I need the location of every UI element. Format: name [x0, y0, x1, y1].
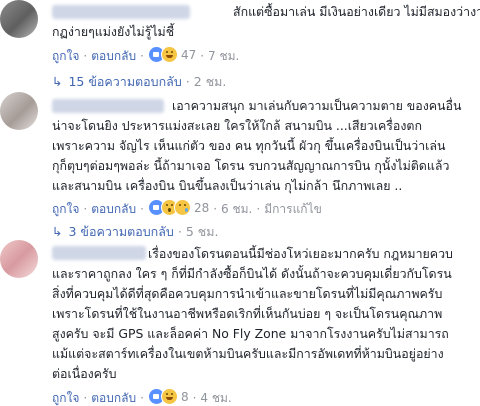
comment-1: สักแต่ซื้อมาเล่น มีเงินอย่างเดียว ไม่มีส…	[0, 0, 480, 92]
comment-text-line: สักแต่ซื้อมาเล่น มีเงินอย่างเดียว ไม่มีส…	[233, 4, 480, 19]
reactions[interactable]: 28	[147, 199, 210, 216]
reply-arrow-icon: ↳	[52, 74, 63, 89]
comment-text-line: กุก็ตุบๆต่อมๆพอล่ะ นี้ถ้ามาเจอ โดรน รบกว…	[52, 158, 450, 173]
timestamp[interactable]: 7 ชม.	[208, 49, 239, 63]
like-link[interactable]: ถูกใจ	[52, 49, 79, 63]
comment-text-line: เพราะโดรนที่ใช้ในงานอาชีพหรือดเริกที่เห็…	[52, 306, 443, 321]
comment-text-line: เอาความสนุก มาเล่นกับความเป็นความตาย ของ…	[172, 98, 462, 113]
avatar[interactable]	[0, 92, 38, 130]
reply-link[interactable]: ตอบกลับ	[91, 202, 136, 216]
reply-arrow-icon: ↳	[52, 224, 63, 239]
haha-reaction-icon	[160, 46, 178, 63]
view-replies-link[interactable]: ↳ 3 ข้อความตอบกลับ · 5 ชม.	[52, 224, 218, 240]
comment-meta: ถูกใจ · ตอบกลับ · 8 · 4 ชม.	[52, 388, 232, 405]
haha-reaction-icon	[160, 388, 178, 405]
reactions[interactable]: 47	[147, 46, 197, 63]
comment-text-line: และสนามบิน เครื่องบิน บินขึ้นลงเป็นว่าเล…	[52, 178, 403, 193]
replies-time: 5 ชม.	[185, 224, 219, 239]
comment-text-line: น่าจะโดนยิง ประหารแม่งสะเลย ใครให้ใกล้ ส…	[52, 118, 422, 133]
comment-text-line: และราคาถูกลง ใคร ๆ ก็ที่มีกำลังซื้อก็บิน…	[52, 266, 452, 281]
reactions[interactable]: 8	[147, 388, 189, 405]
comment-text-line: แม้แต่จะสตาร์ทเครื่องในเขตห้ามบินครับและ…	[52, 346, 444, 361]
timestamp[interactable]: 4 ชม.	[200, 391, 231, 405]
reply-link[interactable]: ตอบกลับ	[91, 391, 136, 405]
reaction-count: 28	[193, 200, 210, 215]
comment-meta: ถูกใจ · ตอบกลับ · 28 · 6 ชม. · มีการแก้ไข	[52, 199, 322, 216]
comment-text-line: สูงครับ จะมี GPS และล็อคค่า No Fly Zone …	[52, 326, 449, 341]
comment-text-line: สิ่งที่ควบคุมได้ดีที่สุดคือควบคุมการนำเข…	[52, 286, 443, 301]
replies-count[interactable]: 3 ข้อความตอบกลับ	[68, 224, 173, 239]
view-replies-link[interactable]: ↳ 15 ข้อความตอบกลับ · 2 ชม.	[52, 74, 226, 90]
replies-count[interactable]: 15 ข้อความตอบกลับ	[68, 74, 181, 89]
avatar[interactable]	[0, 240, 38, 278]
comment-text-line: เพราะความ จัญไร เห็นแก่ตัว ของ คน ทุกวัน…	[52, 138, 446, 153]
timestamp[interactable]: 6 ชม.	[221, 202, 252, 216]
like-link[interactable]: ถูกใจ	[52, 391, 79, 405]
commenter-name[interactable]	[52, 246, 146, 260]
reaction-count: 47	[180, 47, 197, 62]
avatar[interactable]	[0, 0, 38, 38]
comment-text-line: กฏง่ายๆแม่งยังไม่รู้ไม่ชี้	[52, 24, 175, 39]
commenter-name[interactable]	[52, 5, 190, 19]
sad-reaction-icon	[173, 199, 191, 216]
edited-label[interactable]: มีการแก้ไข	[264, 202, 322, 216]
reaction-count: 8	[180, 389, 189, 404]
like-link[interactable]: ถูกใจ	[52, 202, 79, 216]
comment-text-line: เรื่องของโดรนตอนนี้มีช่องโหว่เยอะมากครับ…	[148, 246, 453, 261]
comment-text-line: ต่อเนื่องครับ	[52, 366, 117, 381]
commenter-name[interactable]	[52, 99, 164, 113]
reply-link[interactable]: ตอบกลับ	[91, 49, 136, 63]
replies-time: 2 ชม.	[193, 74, 227, 89]
comment-meta: ถูกใจ · ตอบกลับ · 47 · 7 ชม.	[52, 46, 240, 63]
